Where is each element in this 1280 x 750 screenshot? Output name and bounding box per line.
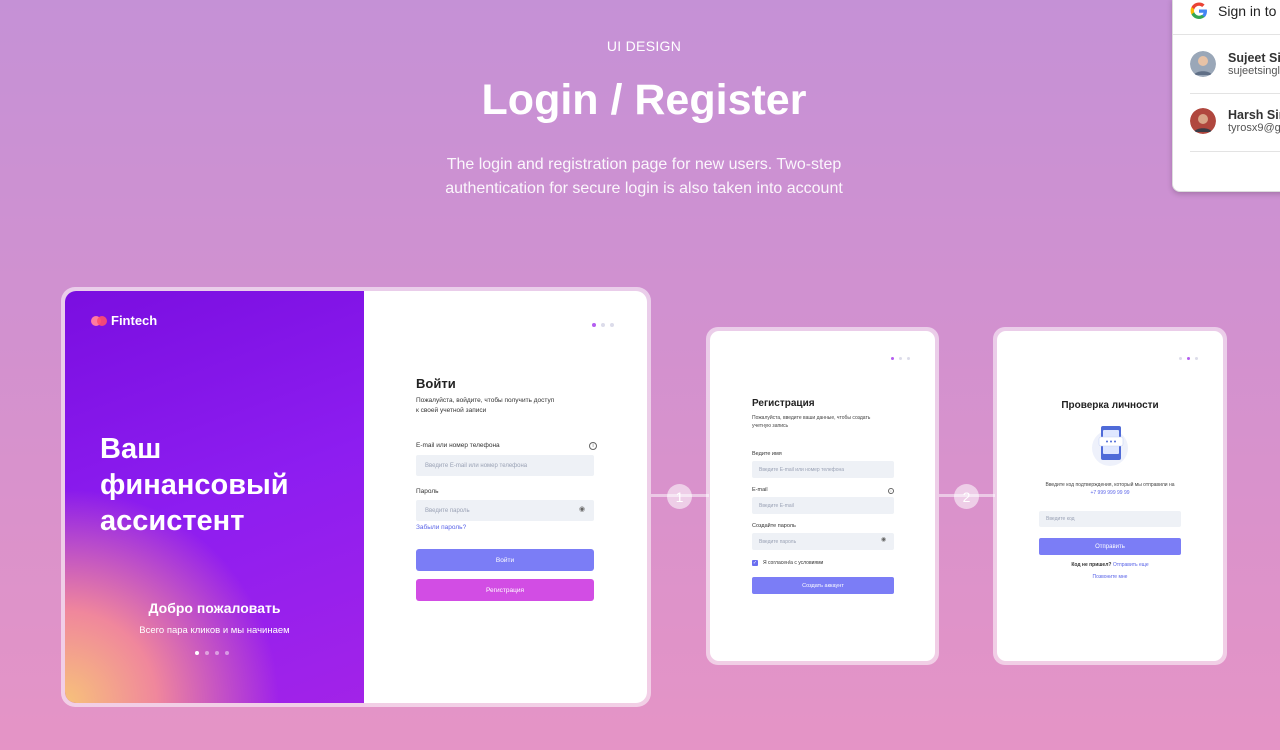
login-subtitle: Пожалуйста, войдите, чтобы получить дост… — [416, 397, 555, 414]
register-screen: Регистрация Пожалуйста, введите ваши дан… — [710, 331, 935, 661]
hero-headline-line: Ваш — [100, 433, 162, 465]
agree-label: Я согласен/а с условиями — [763, 560, 824, 566]
info-icon[interactable]: i — [888, 488, 894, 494]
divider — [1190, 151, 1280, 152]
step-dot — [610, 323, 614, 327]
carousel-dot[interactable] — [205, 651, 209, 655]
account-name: Sujeet Si — [1228, 51, 1280, 65]
email-label: E-mail или номер телефона — [416, 442, 500, 449]
hero-carousel-dots — [195, 651, 229, 655]
not-received-text: Код не пришел? — [1071, 562, 1112, 568]
divider — [1173, 34, 1280, 35]
create-account-button[interactable]: Создать аккаунт — [752, 577, 894, 594]
brand-logo: Fintech — [91, 313, 157, 328]
register-button[interactable]: Регистрация — [416, 579, 594, 601]
verify-screen-frame: Проверка личности Введите код подтвержде… — [993, 327, 1227, 665]
name-label: Ведите имя — [752, 451, 782, 457]
email-field[interactable]: Введите E-mail — [752, 497, 894, 514]
account-item[interactable]: Sujeet Si sujeetsingl — [1190, 51, 1280, 77]
login-screen-frame: Fintech Ваш финансовый ассистент Добро п… — [61, 287, 651, 707]
resend-link[interactable]: Отправить еще — [1113, 562, 1149, 568]
hero-panel: Fintech Ваш финансовый ассистент Добро п… — [65, 291, 364, 703]
brand-mark-icon — [91, 315, 107, 326]
step-dot — [1187, 357, 1190, 360]
step-dot — [601, 323, 605, 327]
code-field[interactable]: Введите код — [1039, 511, 1181, 527]
register-subtitle: Пожалуйста, введите ваши данные, чтобы с… — [752, 415, 871, 429]
login-form-panel: Войти Пожалуйста, войдите, чтобы получит… — [364, 291, 647, 703]
login-button[interactable]: Войти — [416, 549, 594, 571]
password-field[interactable]: Введите пароль — [752, 533, 894, 550]
email-field[interactable]: Введите E-mail или номер телефона — [416, 455, 594, 476]
password-label: Создайте пароль — [752, 523, 796, 529]
step-dot — [592, 323, 596, 327]
carousel-dot[interactable] — [215, 651, 219, 655]
phone-illustration-icon — [1092, 426, 1128, 466]
forgot-password-link[interactable]: Забыли пароль? — [416, 524, 466, 531]
login-title: Войти — [416, 376, 456, 391]
step-dots — [1179, 357, 1198, 360]
carousel-dot[interactable] — [225, 651, 229, 655]
google-logo-icon — [1190, 2, 1207, 19]
eye-icon[interactable]: ◉ — [881, 536, 886, 543]
name-field[interactable]: Введите E-mail или номер телефона — [752, 461, 894, 478]
page-title: Login / Register — [481, 76, 807, 124]
register-screen-frame: Регистрация Пожалуйста, введите ваши дан… — [706, 327, 939, 665]
carousel-dot[interactable] — [195, 651, 199, 655]
chooser-title: Sign in to — [1218, 3, 1277, 19]
account-email: tyrosx9@g — [1228, 122, 1280, 134]
chooser-header: Sign in to — [1190, 2, 1276, 20]
step-badge: 1 — [667, 484, 692, 509]
verify-title: Проверка личности — [1061, 400, 1159, 411]
avatar — [1190, 108, 1216, 134]
avatar — [1190, 51, 1216, 77]
register-title: Регистрация — [752, 398, 815, 409]
step-dots — [592, 323, 614, 327]
login-screen: Fintech Ваш финансовый ассистент Добро п… — [65, 291, 647, 703]
account-item[interactable]: Harsh Sir tyrosx9@g — [1190, 108, 1280, 134]
hero-headline-line: ассистент — [100, 505, 245, 537]
hero-headline-line: финансовый — [100, 469, 289, 501]
step-dot — [1195, 357, 1198, 360]
call-me-link[interactable]: Позвоните мне — [997, 573, 1223, 581]
verify-phone: +7 999 999 99 99 — [1090, 490, 1130, 496]
step-dot — [907, 357, 910, 360]
page-eyebrow: UI DESIGN — [606, 38, 682, 54]
hero-welcome: Добро пожаловать — [148, 600, 281, 616]
page-subtitle: The login and registration page for new … — [445, 156, 843, 197]
resend-row: Код не пришел? Отправить еще — [997, 561, 1223, 569]
account-email: sujeetsingl — [1228, 65, 1280, 77]
password-field[interactable]: Введите пароль — [416, 500, 594, 521]
google-account-chooser: Sign in to Sujeet Si sujeetsingl Harsh S… — [1172, 0, 1280, 192]
hero-headline: Ваш финансовый ассистент — [100, 431, 289, 539]
verify-info: Введите код подтверждения, который мы от… — [1045, 482, 1175, 488]
send-button[interactable]: Отправить — [1039, 538, 1181, 555]
verify-screen: Проверка личности Введите код подтвержде… — [997, 331, 1223, 661]
email-label: E-mail — [752, 487, 768, 493]
eye-icon[interactable]: ◉ — [579, 505, 585, 513]
step-badge: 2 — [954, 484, 979, 509]
info-icon[interactable]: i — [589, 442, 597, 450]
step-dots — [891, 357, 910, 360]
step-dot — [891, 357, 894, 360]
agree-checkbox[interactable]: ✓ — [752, 560, 758, 566]
hero-tagline: Всего пара кликов и мы начинаем — [139, 625, 290, 636]
brand-name: Fintech — [111, 313, 158, 328]
divider — [1190, 93, 1280, 94]
password-label: Пароль — [416, 488, 439, 495]
step-dot — [1179, 357, 1182, 360]
step-dot — [899, 357, 902, 360]
account-name: Harsh Sir — [1228, 108, 1280, 122]
